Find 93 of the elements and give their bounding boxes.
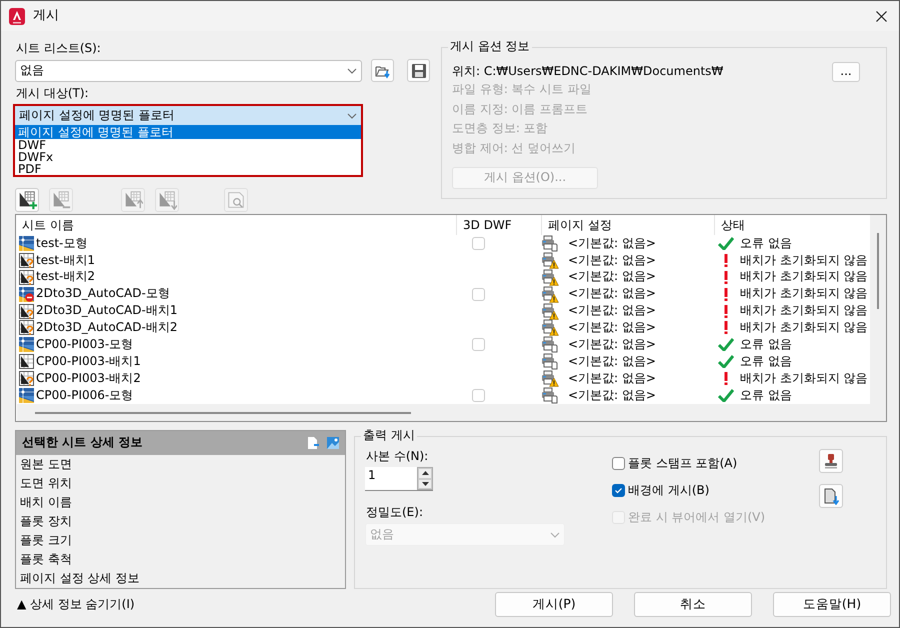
checkmark-icon [613,485,624,496]
checkbox-label: 배경에 게시(B) [628,482,710,498]
spin-up-icon[interactable] [422,471,428,476]
dropdown-option[interactable]: PDF [15,163,361,175]
window-title: 게시 [33,8,59,24]
dialog-button[interactable]: 도움말(H) [773,592,891,617]
detail-item[interactable]: 플롯 축척 [16,550,345,569]
page-setup-text: <기본값: 없음> [568,303,656,319]
dropdown-option[interactable]: 페이지 설정에 명명된 플로터 [15,125,361,139]
browse-button[interactable]: ... [832,62,860,82]
info-text: 도면층 정보: 포함 [452,121,549,138]
checkbox-label: 플롯 스탬프 포함(A) [628,456,738,472]
remove-sheet-icon [51,190,71,210]
column-header[interactable]: 3D DWF [456,215,541,235]
checkbox[interactable] [612,457,625,470]
document-icon[interactable] [308,437,319,449]
copies-spinner[interactable]: 1 [365,467,433,491]
sheet-list-dropdown[interactable]: 없음 [15,60,362,82]
details-title: 선택한 시트 상세 정보 [22,435,143,451]
add-sheet-icon [17,190,37,210]
checkbox-label: 완료 시 뷰어에서 열기(V) [628,510,766,526]
sheet-name[interactable]: CP00-PI003-배치1 [36,354,141,370]
checkbox[interactable] [612,484,625,497]
chevron-down-icon[interactable] [347,112,357,118]
detail-item[interactable]: 플롯 크기 [16,531,345,550]
chevron-down-icon[interactable] [347,68,357,74]
status-text: 오류 없음 [740,236,792,252]
toolbar-button[interactable] [15,188,39,212]
spin-down-icon[interactable] [422,482,428,486]
move-down-icon [157,190,177,210]
detail-item[interactable]: 배치 이름 [16,493,345,512]
sheet-name[interactable]: CP00-PI003-배치2 [36,370,141,386]
dialog-button[interactable]: 게시(P) [495,592,613,617]
info-text: 이름 지정: 이름 프롬프트 [452,102,588,118]
scrollbar-thumb[interactable] [35,412,411,414]
field-label: 시트 리스트(S): [16,41,102,57]
save-icon [410,62,426,78]
dropdown-option[interactable]: DWFx [15,151,361,163]
status-text: 배치가 초기화되지 않음 [740,269,868,286]
page-setup-text: <기본값: 없음> [568,337,656,353]
move-up-icon [123,190,143,210]
document-download-icon [823,488,839,504]
group-title: 게시 옵션 정보 [448,39,532,55]
sheet-name[interactable]: CP00-PI006-모형 [36,388,134,404]
status-text: 배치가 초기화되지 않음 [740,370,868,386]
detail-item[interactable]: 도면 위치 [16,474,345,493]
stamp-icon [823,453,839,469]
hide-details-link[interactable]: ▲ 상세 정보 숨기기(I) [17,596,135,612]
page-setup-text: <기본값: 없음> [568,320,656,336]
page-setup-text: <기본값: 없음> [568,354,656,370]
sheet-name[interactable]: 2Dto3D_AutoCAD-모형 [36,286,170,302]
sheet-name[interactable]: 2Dto3D_AutoCAD-배치2 [36,320,178,336]
status-text: 오류 없음 [740,354,792,370]
info-text: 파일 유형: 복수 시트 파일 [452,82,592,98]
page-setup-text: <기본값: 없음> [568,370,656,386]
group-title: 출력 게시 [361,428,417,444]
sheet-name[interactable]: test-배치2 [36,269,96,286]
export-button[interactable] [819,484,843,508]
status-text: 배치가 초기화되지 않음 [740,320,868,336]
column-header[interactable]: 시트 이름 [16,215,456,235]
detail-item[interactable]: 플롯 장치 [16,512,345,531]
page-setup-text: <기본값: 없음> [568,286,656,302]
plot-stamp-button[interactable] [819,449,843,473]
load-list-button[interactable] [371,59,394,82]
page-setup-text: <기본값: 없음> [568,388,656,404]
scrollbar-thumb[interactable] [877,233,879,309]
field-label: 게시 대상(T): [16,86,90,102]
dropdown-option[interactable]: DWF [15,139,361,151]
location-text: 위치: C:₩Users₩EDNC-DAKIM₩Documents₩ [452,64,724,80]
sheet-name[interactable]: CP00-PI003-모형 [36,336,134,353]
status-text: 배치가 초기화되지 않음 [740,286,868,302]
dialog-button[interactable]: 취소 [634,592,752,617]
status-text: 배치가 초기화되지 않음 [740,303,868,319]
sheet-name[interactable]: test-배치1 [36,252,96,268]
save-list-button[interactable] [407,59,430,82]
info-text: 병합 제어: 선 덮어쓰기 [452,141,576,158]
preview-icon [226,190,246,210]
field-label: 사본 수(N): [366,449,430,465]
close-icon[interactable] [876,10,887,22]
sheet-name[interactable]: test-모형 [36,236,88,252]
detail-item[interactable]: 페이지 설정 상세 정보 [16,569,345,588]
detail-item[interactable]: 원본 도면 [16,455,345,474]
field-label: 정밀도(E): [366,505,424,521]
image-icon[interactable] [327,437,339,449]
status-text: 오류 없음 [740,388,792,404]
sheet-name[interactable]: 2Dto3D_AutoCAD-배치1 [36,303,178,319]
page-setup-text: <기본값: 없음> [568,236,656,252]
publish-to-dropdown[interactable]: 페이지 설정에 명명된 플로터 [15,106,361,125]
page-setup-text: <기본값: 없음> [568,252,656,268]
app-icon [9,8,25,24]
status-text: 배치가 초기화되지 않음 [740,252,868,268]
status-text: 오류 없음 [740,336,792,353]
page-setup-text: <기본값: 없음> [568,269,656,286]
